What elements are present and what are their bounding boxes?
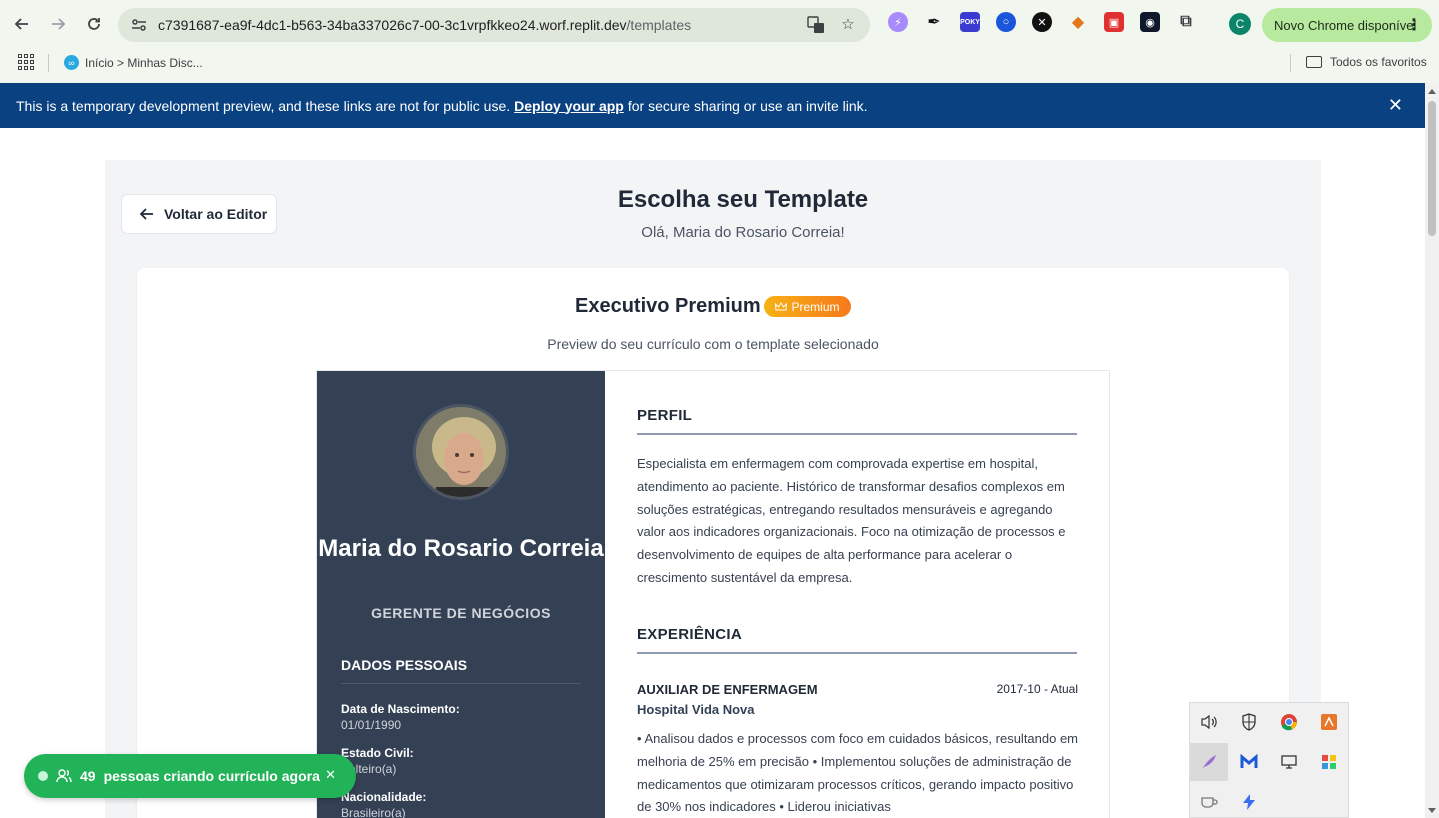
profile-photo	[413, 404, 509, 500]
bookmark-favicon-icon: ∞	[64, 55, 79, 70]
greeting: Olá, Maria do Rosario Correia!	[641, 224, 845, 241]
crown-icon	[775, 301, 788, 310]
experience-heading: EXPERIÊNCIA	[637, 626, 1077, 654]
premium-label: Premium	[791, 299, 840, 314]
profile-text: Especialista em enfermagem com comprovad…	[637, 456, 1066, 585]
resume-role: GERENTE DE NEGÓCIOS	[371, 605, 551, 621]
lock-extension-icon[interactable]: ▣	[1104, 12, 1124, 32]
profile-heading: PERFIL	[637, 407, 1077, 435]
job-company: Hospital Vida Nova	[637, 702, 755, 717]
all-bookmarks-label: Todos os favoritos	[1330, 55, 1427, 69]
bookmark-label: Início > Minhas Disc...	[85, 55, 203, 70]
live-users-toast: 49 pessoas criando currículo agora ✕	[24, 754, 356, 798]
job-description: • Analisou dados e processos com foco em…	[637, 731, 1079, 815]
url-path: /templates	[626, 17, 692, 33]
translate-icon[interactable]	[806, 15, 826, 35]
metamask-extension-icon[interactable]: ◆	[1068, 12, 1088, 32]
extension-icon[interactable]: ⚡	[888, 12, 908, 32]
close-icon[interactable]: ✕	[1388, 95, 1403, 116]
live-dot	[38, 771, 48, 781]
scroll-up-arrow-icon[interactable]	[1428, 89, 1436, 94]
birthdate-field: Data de Nascimento: 01/01/1990	[341, 701, 460, 733]
page-title: Escolha seu Template	[617, 186, 869, 213]
all-bookmarks-folder[interactable]: Todos os favoritos	[1306, 55, 1427, 69]
folder-icon	[1306, 56, 1322, 68]
field-label: Nacionalidade:	[341, 790, 427, 804]
field-value: 01/01/1990	[341, 718, 402, 732]
volume-icon[interactable]	[1190, 703, 1228, 741]
resume-preview: Maria do Rosario Correia GERENTE DE NEGÓ…	[316, 370, 1110, 818]
address-bar[interactable]: c7391687-ea9f-4dc1-b563-34ba337026c7-00-…	[118, 8, 870, 42]
template-name: Executivo Premium	[575, 295, 761, 317]
live-users-count: 49	[80, 768, 96, 784]
banner-text-after: for secure sharing or use an invite link…	[627, 97, 868, 114]
premium-badge: Premium	[764, 296, 851, 317]
system-tray-overflow	[1189, 702, 1349, 818]
bookmarks-bar: ∞ Início > Minhas Disc... Todos os favor…	[0, 48, 1439, 78]
site-settings-icon[interactable]	[130, 16, 148, 34]
field-value: Brasileiro(a)	[341, 806, 406, 818]
feather-tray-icon[interactable]	[1190, 743, 1228, 781]
live-users-text: pessoas criando currículo agora	[103, 768, 320, 784]
circle-extension-icon[interactable]: ○	[996, 12, 1016, 32]
dropper-extension-icon[interactable]: ✒	[924, 12, 944, 32]
users-icon	[56, 769, 72, 783]
nationality-field: Nacionalidade: Brasileiro(a)	[341, 789, 426, 818]
url-host: c7391687-ea9f-4dc1-b563-34ba337026c7-00-…	[158, 17, 627, 33]
reload-icon[interactable]	[76, 6, 112, 42]
bookmark-separator-right	[1290, 54, 1291, 72]
bookmark-star-icon[interactable]: ☆	[838, 14, 858, 34]
app-tray-icon[interactable]	[1310, 703, 1348, 741]
more-menu-icon[interactable]: ⋮	[1406, 15, 1422, 35]
bolt-tray-icon[interactable]	[1230, 783, 1268, 818]
profile-avatar[interactable]: C	[1229, 13, 1251, 35]
scroll-thumb[interactable]	[1428, 101, 1436, 236]
scroll-down-arrow-icon[interactable]	[1428, 808, 1436, 813]
forward-arrow-icon[interactable]	[40, 6, 76, 42]
field-label: Estado Civil:	[341, 746, 414, 760]
resume-name: Maria do Rosario Correia	[318, 535, 604, 562]
cup-tray-icon[interactable]	[1190, 783, 1228, 818]
x-extension-icon[interactable]: ✕	[1032, 12, 1052, 32]
close-icon[interactable]: ✕	[325, 767, 336, 783]
chrome-update-button[interactable]: Novo Chrome disponível ⋮	[1262, 8, 1432, 42]
grid-tray-icon[interactable]	[1310, 743, 1348, 781]
profile-initial: C	[1235, 17, 1245, 31]
bookmark-item[interactable]: ∞ Início > Minhas Disc...	[64, 55, 203, 70]
chrome-update-label: Novo Chrome disponível	[1274, 17, 1417, 33]
chrome-tray-icon[interactable]	[1270, 703, 1308, 741]
banner-text: This is a temporary development preview,…	[16, 97, 511, 114]
malwarebytes-tray-icon[interactable]	[1230, 743, 1268, 781]
personal-data-heading: DADOS PESSOAIS	[341, 657, 581, 684]
browser-toolbar: c7391687-ea9f-4dc1-b563-34ba337026c7-00-…	[0, 0, 1439, 48]
job-date: 2017-10 - Atual	[996, 682, 1078, 696]
poky-extension-icon[interactable]: POKY	[960, 12, 980, 32]
bookmark-separator	[48, 54, 49, 72]
field-label: Data de Nascimento:	[341, 702, 460, 716]
display-tray-icon[interactable]	[1270, 743, 1308, 781]
apps-grid-icon[interactable]	[18, 54, 34, 70]
app-extension-icon[interactable]: ◉	[1140, 12, 1160, 32]
dev-preview-banner: This is a temporary development preview,…	[0, 83, 1425, 128]
resume-sidebar: Maria do Rosario Correia GERENTE DE NEGÓ…	[317, 371, 605, 818]
security-shield-icon[interactable]	[1230, 703, 1268, 741]
deploy-app-link[interactable]: Deploy your app	[514, 98, 624, 114]
job-title: AUXILIAR DE ENFERMAGEM	[637, 682, 818, 697]
preview-note: Preview do seu currículo com o template …	[547, 336, 879, 352]
page-scrollbar[interactable]	[1425, 83, 1439, 818]
back-arrow-icon[interactable]	[4, 6, 40, 42]
extensions-puzzle-icon[interactable]: ⧉	[1176, 12, 1196, 32]
